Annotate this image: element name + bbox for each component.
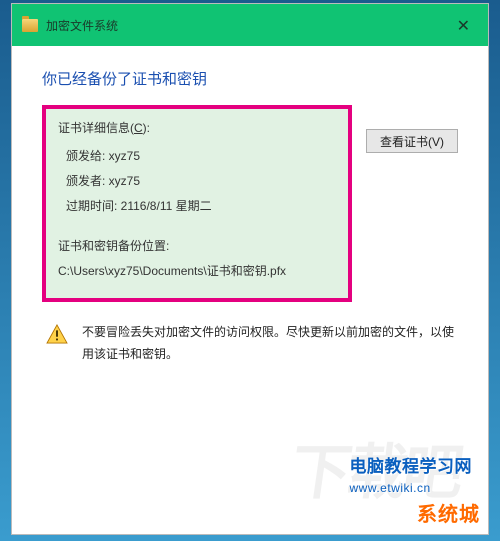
details-row: 证书详细信息(C): 颁发给: xyz75 颁发者: xyz75 过期时间: 2… (42, 105, 458, 302)
issued-by: 颁发者: xyz75 (58, 169, 336, 194)
watermark-site1: 电脑教程学习网 www.etwiki.cn (350, 452, 473, 497)
folder-icon (22, 19, 38, 32)
view-certificate-label: 查看证书(V) (380, 135, 444, 149)
watermark-site1-url: www.etwiki.cn (350, 481, 431, 495)
certificate-details-box: 证书详细信息(C): 颁发给: xyz75 颁发者: xyz75 过期时间: 2… (42, 105, 352, 302)
page-heading: 你已经备份了证书和密钥 (42, 68, 458, 89)
warning-icon (46, 324, 68, 344)
titlebar: 加密文件系统 ✕ (12, 4, 488, 46)
close-button[interactable]: ✕ (451, 14, 476, 38)
content-area: 你已经备份了证书和密钥 证书详细信息(C): 颁发给: xyz75 颁发者: x… (12, 46, 488, 375)
details-label-pre: 证书详细信息( (58, 121, 134, 135)
details-label-post: ): (143, 121, 150, 135)
details-title: 证书详细信息(C): (58, 119, 336, 136)
details-label-hotkey: C (134, 121, 143, 135)
warning-row: 不要冒险丢失对加密文件的访问权限。尽快更新以前加密的文件，以使用该证书和密钥。 (42, 322, 458, 365)
watermark-site1-name: 电脑教程学习网 (350, 457, 473, 476)
watermark-site2: 系统城 (417, 498, 480, 527)
expires: 过期时间: 2116/8/11 星期二 (58, 194, 336, 219)
warning-text: 不要冒险丢失对加密文件的访问权限。尽快更新以前加密的文件，以使用该证书和密钥。 (82, 322, 454, 365)
window-title: 加密文件系统 (46, 17, 118, 34)
backup-label: 证书和密钥备份位置: (58, 234, 336, 259)
view-certificate-button[interactable]: 查看证书(V) (366, 129, 458, 153)
backup-path: C:\Users\xyz75\Documents\证书和密钥.pfx (58, 259, 336, 284)
issued-to: 颁发给: xyz75 (58, 144, 336, 169)
